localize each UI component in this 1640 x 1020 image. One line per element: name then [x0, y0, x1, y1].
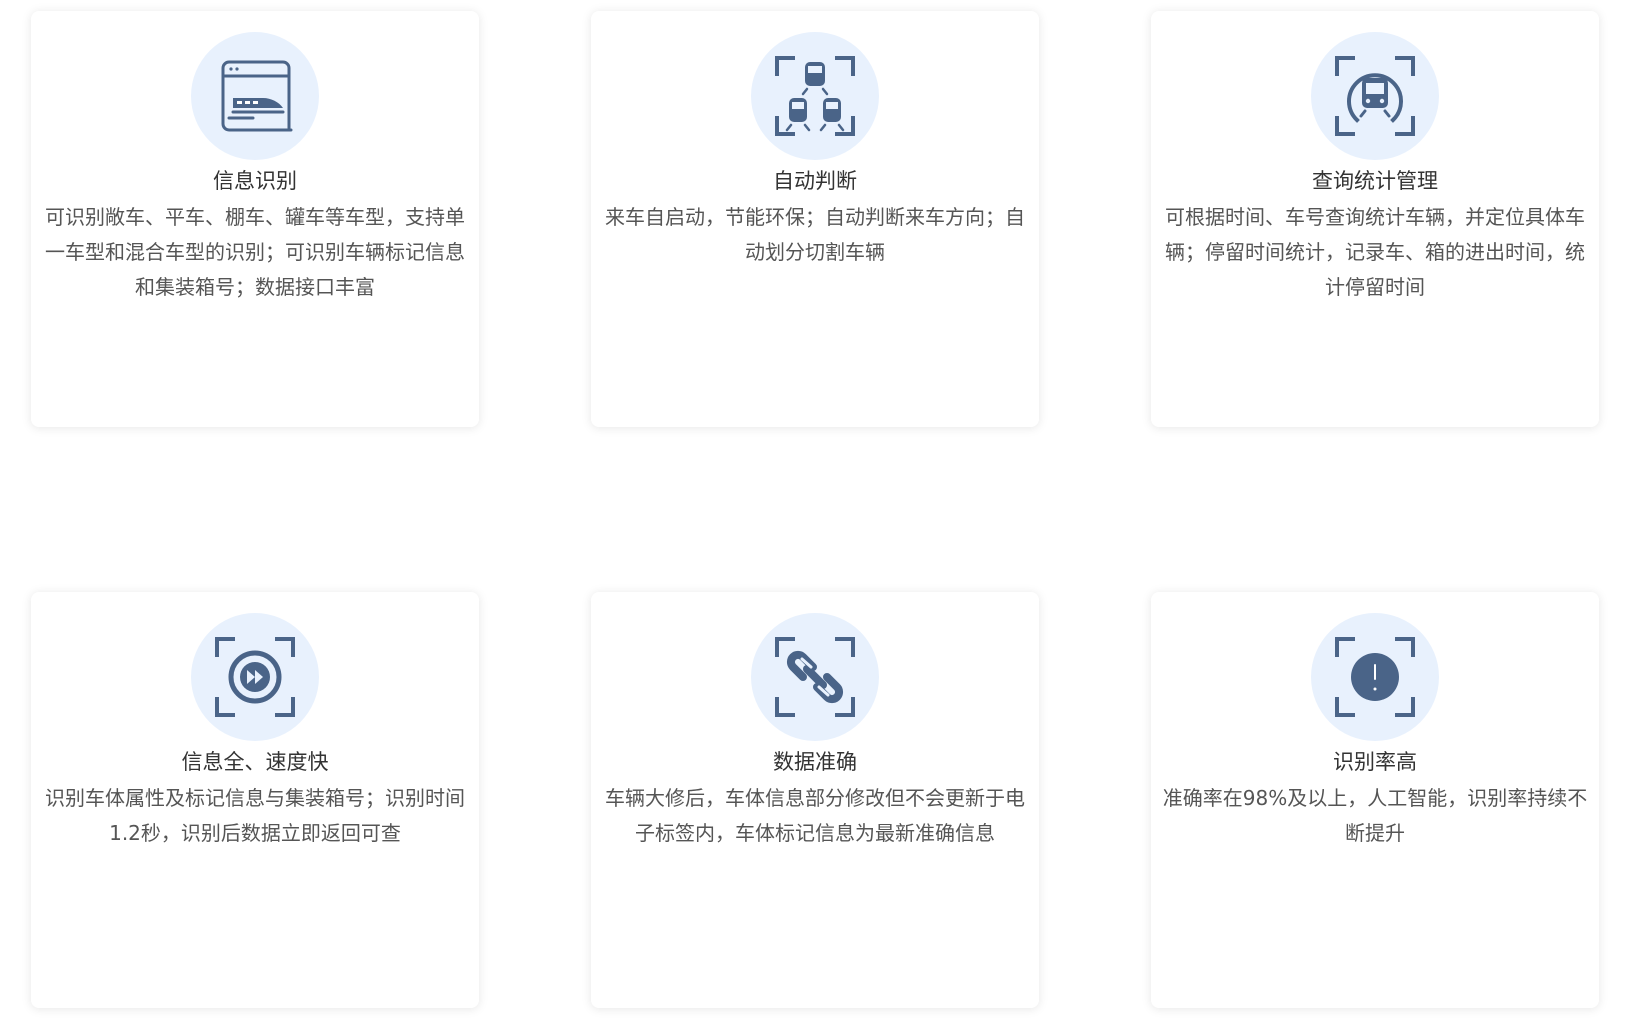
browser-train-icon	[221, 60, 293, 132]
icon-badge	[751, 613, 879, 741]
trains-scan-icon	[775, 56, 855, 136]
card-title: 识别率高	[1333, 750, 1417, 774]
icon-badge	[1311, 613, 1439, 741]
fast-forward-scan-icon	[215, 637, 295, 717]
link-scan-icon	[775, 637, 855, 717]
card-description: 识别车体属性及标记信息与集装箱号；识别时间1.2秒，识别后数据立即返回可查	[45, 786, 465, 845]
card-description: 准确率在98%及以上，人工智能，识别率持续不断提升	[1162, 786, 1588, 845]
card-title: 查询统计管理	[1312, 169, 1438, 193]
icon-badge	[191, 32, 319, 160]
card-title: 信息识别	[213, 169, 297, 193]
feature-card-auto-judgement: 自动判断 来车自启动，节能环保；自动判断来车方向；自动划分切割车辆	[591, 11, 1039, 427]
feature-card-info-recognition: 信息识别 可识别敞车、平车、棚车、罐车等车型，支持单一车型和混合车型的识别；可识…	[31, 11, 479, 427]
card-title: 自动判断	[773, 169, 857, 193]
card-description: 可根据时间、车号查询统计车辆，并定位具体车辆；停留时间统计，记录车、箱的进出时间…	[1165, 205, 1585, 299]
metro-scan-icon	[1335, 56, 1415, 136]
feature-card-high-rate: 识别率高 准确率在98%及以上，人工智能，识别率持续不断提升	[1151, 592, 1599, 1008]
icon-badge	[1311, 32, 1439, 160]
feature-card-full-fast: 信息全、速度快 识别车体属性及标记信息与集装箱号；识别时间1.2秒，识别后数据立…	[31, 592, 479, 1008]
card-title: 数据准确	[773, 750, 857, 774]
feature-grid: 信息识别 可识别敞车、平车、棚车、罐车等车型，支持单一车型和混合车型的识别；可识…	[0, 0, 1640, 1020]
feature-card-data-accurate: 数据准确 车辆大修后，车体信息部分修改但不会更新于电子标签内，车体标记信息为最新…	[591, 592, 1039, 1008]
alert-scan-icon	[1335, 637, 1415, 717]
feature-card-query-statistics: 查询统计管理 可根据时间、车号查询统计车辆，并定位具体车辆；停留时间统计，记录车…	[1151, 11, 1599, 427]
card-title: 信息全、速度快	[181, 750, 329, 774]
icon-badge	[751, 32, 879, 160]
card-description: 可识别敞车、平车、棚车、罐车等车型，支持单一车型和混合车型的识别；可识别车辆标记…	[45, 205, 465, 299]
card-description: 车辆大修后，车体信息部分修改但不会更新于电子标签内，车体标记信息为最新准确信息	[605, 786, 1025, 845]
card-description: 来车自启动，节能环保；自动判断来车方向；自动划分切割车辆	[605, 205, 1025, 264]
icon-badge	[191, 613, 319, 741]
